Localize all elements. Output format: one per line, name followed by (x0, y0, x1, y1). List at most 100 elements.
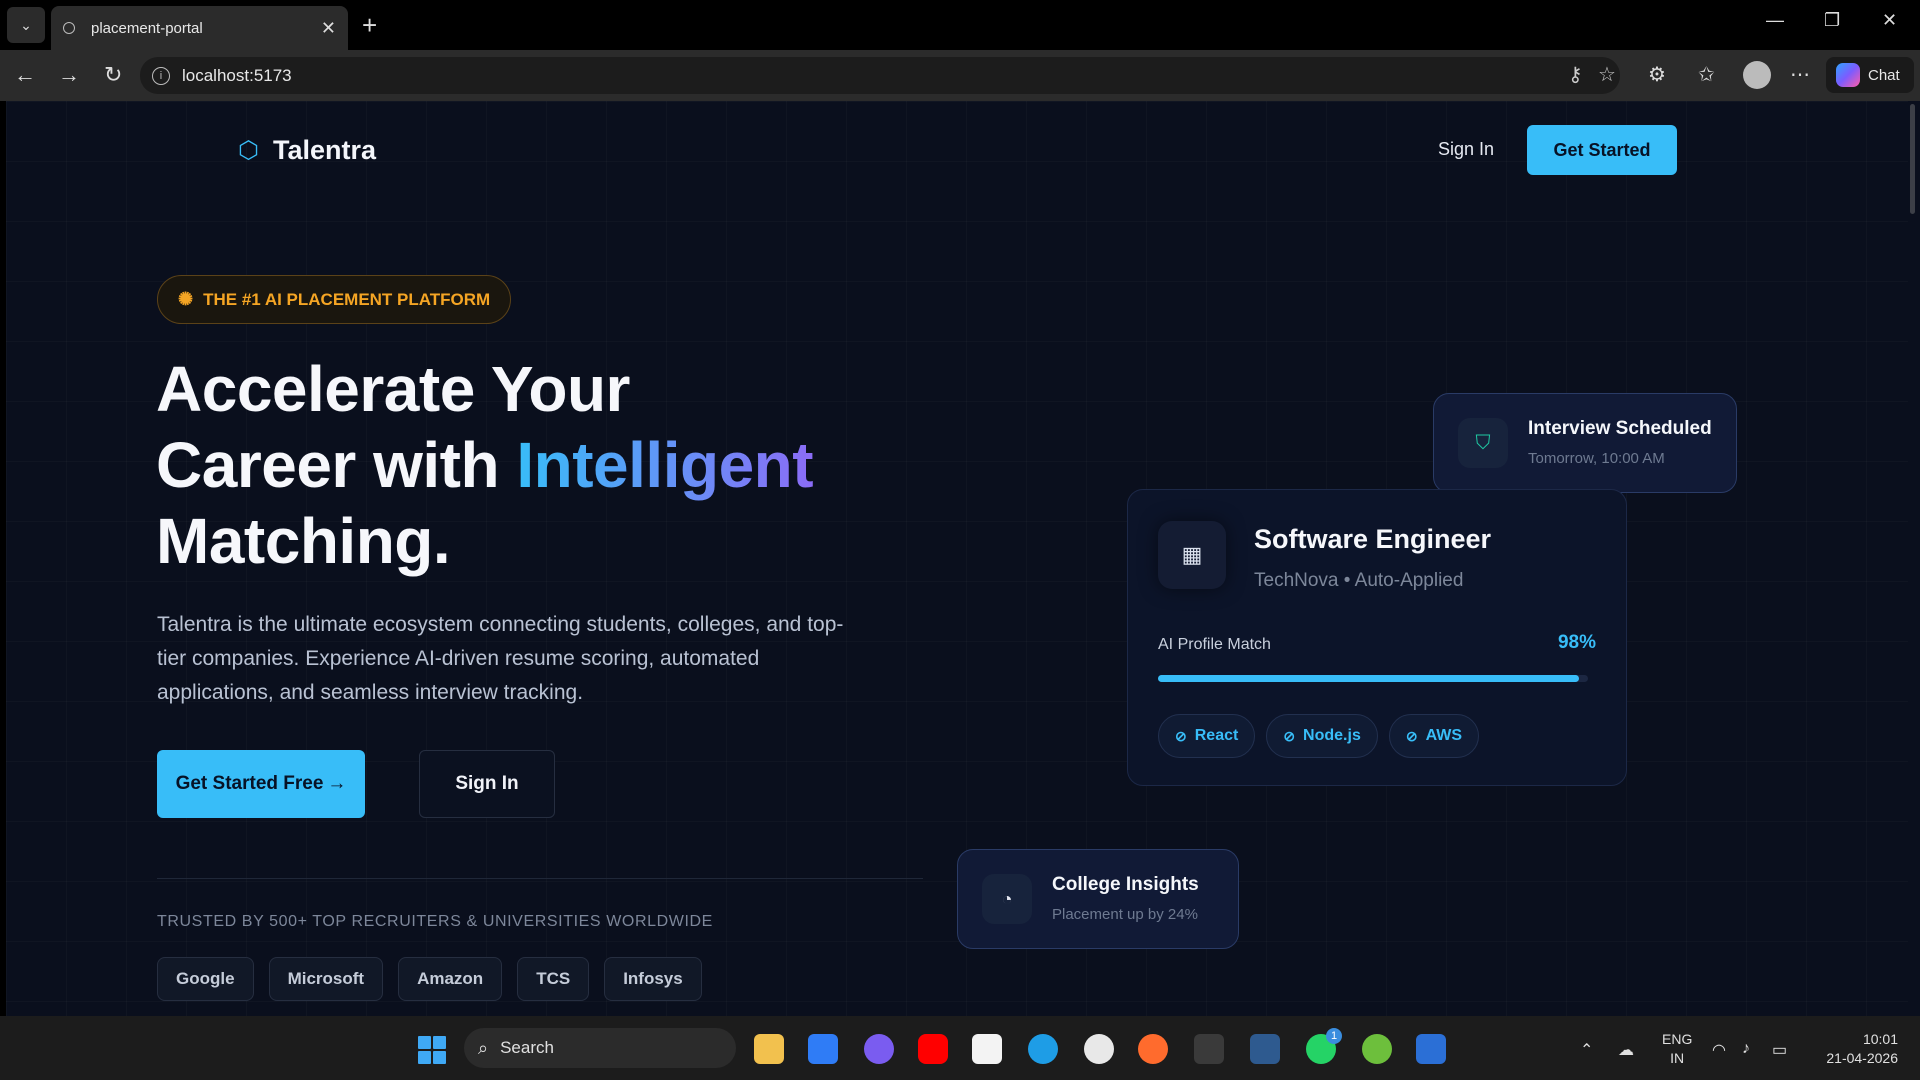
taskbar-search-label: Search (500, 1038, 554, 1057)
badge-text: THE #1 AI PLACEMENT PLATFORM (203, 289, 491, 309)
refresh-icon[interactable]: ↻ (104, 62, 122, 88)
taskbar-search[interactable]: ⌕ Search (464, 1028, 736, 1068)
match-percentage: 98% (1557, 632, 1596, 653)
copilot-icon (1836, 63, 1860, 87)
language-indicator[interactable]: ENG IN (1662, 1030, 1692, 1068)
college-card-subtitle: Placement up by 24% (1052, 906, 1198, 923)
job-subtitle: TechNova • Auto-Applied (1254, 570, 1464, 591)
key-icon[interactable]: ⚷ (1568, 57, 1583, 94)
trusted-by-text: TRUSTED BY 500+ TOP RECRUITERS & UNIVERS… (157, 913, 713, 930)
chevron-down-icon: ⌄ (20, 16, 32, 33)
app-icon[interactable] (864, 1034, 894, 1064)
skill-tag: ⊘ AWS (1388, 714, 1480, 758)
headline-line-2-text: Career with (156, 429, 517, 501)
match-progress-fill (1158, 675, 1580, 682)
new-tab-button[interactable]: + (362, 10, 377, 40)
interview-card-subtitle: Tomorrow, 10:00 AM (1528, 450, 1665, 467)
skill-tag-label: React (1194, 727, 1239, 744)
hero-description: Talentra is the ultimate ecosystem conne… (157, 613, 844, 704)
headline-line-1: Accelerate Your (156, 353, 630, 425)
brand-name: Talentra (272, 135, 376, 165)
nav-sign-in-link[interactable]: Sign In (1438, 139, 1494, 160)
app-icon[interactable] (1250, 1034, 1280, 1064)
browser-tab[interactable]: placement-portal ✕ (51, 6, 348, 50)
search-icon: ⌕ (478, 1037, 489, 1058)
app-icon[interactable] (1084, 1034, 1114, 1064)
building-icon: ▦ (1158, 521, 1226, 589)
pie-chart-icon: ◔ (982, 874, 1032, 924)
match-progress-bar (1158, 675, 1588, 682)
hero-headline: Accelerate Your Career with Intelligent … (156, 351, 814, 579)
system-clock[interactable]: 10:01 21-04-2026 (1818, 1030, 1898, 1068)
chevron-up-icon[interactable]: ⌃ (1580, 1040, 1593, 1060)
tab-title: placement-portal (91, 19, 203, 37)
partner-logo: Google (157, 957, 254, 1001)
notification-badge: 1 (1326, 1028, 1342, 1044)
partner-logos: Google Microsoft Amazon TCS Infosys (157, 957, 702, 1001)
app-icon[interactable] (1138, 1034, 1168, 1064)
close-tab-icon[interactable]: ✕ (321, 18, 336, 39)
partner-logo: Amazon (398, 957, 503, 1001)
word-icon[interactable] (1416, 1034, 1446, 1064)
youtube-icon[interactable] (918, 1034, 948, 1064)
info-icon[interactable]: i (152, 66, 170, 85)
get-started-free-label: Get Started Free (175, 773, 324, 794)
partner-logo: Infosys (604, 957, 702, 1001)
page-viewport: ⬡ Talentra Sign In Get Started ✺ THE #1 … (6, 101, 1908, 1016)
forward-icon[interactable]: → (58, 62, 80, 88)
wifi-icon[interactable]: ◠ (1712, 1040, 1726, 1060)
skill-tag: ⊘ Node.js (1266, 714, 1378, 758)
hexagon-icon: ⬡ (238, 137, 259, 164)
windows-taskbar: ⌕ Search 1 ⌃ ☁ ENG IN ◠ ♪ ▭ 10:01 21-04-… (0, 1016, 1920, 1080)
page-scrollbar[interactable] (1908, 101, 1920, 1016)
college-card-title: College Insights (1052, 874, 1199, 895)
headline-line-3: Matching. (156, 505, 451, 577)
skill-tags: ⊘ React ⊘ Node.js ⊘ AWS (1158, 714, 1480, 758)
browser-toolbar: ← → ↻ i localhost:5173 ⚷ ☆ ⚙ ✩ ⋯ (0, 50, 1920, 101)
sparkles-icon: ✺ (178, 289, 194, 309)
headline-highlight: Intelligent (516, 429, 814, 501)
hero-sign-in-button[interactable]: Sign In (419, 750, 555, 818)
section-divider (157, 878, 923, 879)
restore-icon[interactable]: ❐ (1824, 10, 1840, 31)
lang-primary: ENG (1662, 1031, 1693, 1047)
edge-icon[interactable] (1028, 1034, 1058, 1064)
star-icon[interactable]: ☆ (1598, 57, 1616, 94)
battery-icon[interactable]: ▭ (1772, 1040, 1787, 1060)
check-circle-icon: ⊘ (1175, 727, 1187, 744)
get-started-free-button[interactable]: Get Started Free → (157, 750, 365, 818)
file-explorer-icon[interactable] (754, 1034, 784, 1064)
tab-actions-button[interactable]: ⌄ (7, 7, 45, 43)
job-title: Software Engineer (1254, 524, 1492, 554)
check-circle-icon: ⊘ (1405, 727, 1418, 744)
more-icon[interactable]: ⋯ (1790, 62, 1810, 87)
cloud-icon[interactable]: ☁ (1618, 1040, 1634, 1060)
nav-get-started-button[interactable]: Get Started (1527, 125, 1677, 175)
match-label: AI Profile Match (1158, 636, 1271, 653)
skill-tag: ⊘ React (1158, 714, 1256, 758)
clock-time: 10:01 (1862, 1031, 1898, 1047)
url-text: localhost:5173 (182, 65, 292, 85)
microsoft-store-icon[interactable] (972, 1034, 1002, 1064)
windows-start-icon[interactable] (418, 1036, 446, 1064)
partner-logo: TCS (517, 957, 590, 1001)
close-window-icon[interactable]: ✕ (1882, 10, 1897, 31)
lang-region: IN (1670, 1050, 1685, 1066)
back-icon[interactable]: ← (14, 62, 36, 88)
skill-tag-label: Node.js (1303, 727, 1361, 744)
minimize-icon[interactable]: — (1766, 10, 1784, 31)
college-insights-card: ◔ College Insights Placement up by 24% (957, 849, 1239, 949)
volume-icon[interactable]: ♪ (1742, 1040, 1750, 1058)
scrollbar-thumb[interactable] (1910, 104, 1915, 214)
terminal-icon[interactable] (1194, 1034, 1224, 1064)
page-favicon-icon (63, 22, 75, 34)
app-icon[interactable] (808, 1034, 838, 1064)
app-icon[interactable] (1362, 1034, 1392, 1064)
extensions-icon[interactable]: ⚙ (1648, 62, 1666, 87)
clock-date: 21-04-2026 (1826, 1050, 1898, 1066)
profile-icon[interactable] (1743, 61, 1771, 89)
brand-logo[interactable]: ⬡ Talentra (238, 135, 376, 166)
address-bar[interactable]: i localhost:5173 ⚷ ☆ (140, 57, 1620, 94)
favorites-icon[interactable]: ✩ (1698, 62, 1715, 87)
copilot-chat-button[interactable]: Chat (1826, 57, 1914, 93)
